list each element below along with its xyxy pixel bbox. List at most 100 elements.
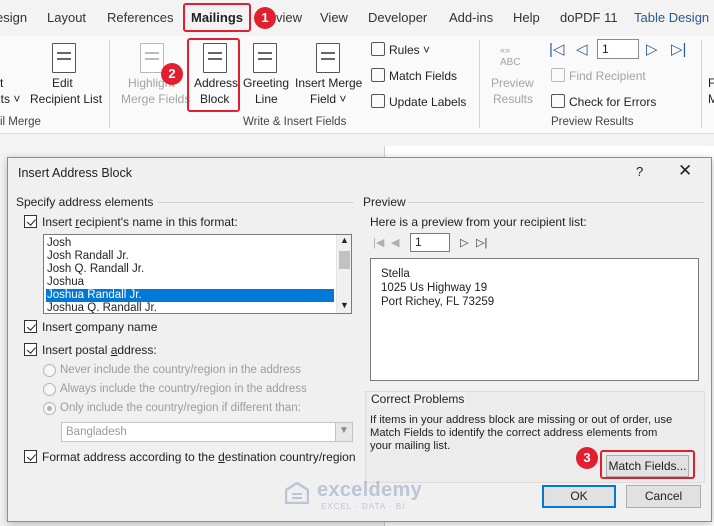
edit-recipient-list-icon <box>52 43 76 73</box>
radio-only-if-different[interactable] <box>43 402 56 415</box>
list-scrollbar[interactable]: ▲ ▼ <box>336 235 351 313</box>
exceldemy-logo-icon <box>285 482 309 504</box>
first-record-icon[interactable]: |◁ <box>549 40 564 58</box>
last-record-icon[interactable]: ▷| <box>671 40 686 58</box>
radio-only-label: Only include the country/region if diffe… <box>60 402 301 414</box>
preview-results-label-1[interactable]: Preview <box>491 76 534 91</box>
scrollbar-thumb[interactable] <box>339 251 350 269</box>
watermark-sub: EXCEL · DATA · BI <box>321 502 406 511</box>
ribbon-cut-right-1: Fi <box>708 76 714 90</box>
chevron-down-icon[interactable]: ▼ <box>335 423 352 441</box>
tab-add-ins[interactable]: Add-ins <box>449 10 493 25</box>
find-recipient-button[interactable]: Find Recipient <box>551 68 646 83</box>
list-item-selected[interactable]: Joshua Randall Jr. <box>46 289 334 302</box>
country-select[interactable]: Bangladesh ▼ <box>61 422 353 442</box>
preview-line: Stella <box>381 268 410 280</box>
radio-always-include[interactable] <box>43 383 56 396</box>
tab-help[interactable]: Help <box>513 10 540 25</box>
greeting-label-2[interactable]: Line <box>255 92 278 107</box>
callout-badge-2: 2 <box>161 63 183 85</box>
correct-problems-text: your mailing list. <box>370 440 451 452</box>
tab-layout[interactable]: Layout <box>47 10 86 25</box>
preview-description: Here is a preview from your recipient li… <box>370 215 587 229</box>
group-write-insert: Write & Insert Fields <box>243 116 347 128</box>
help-button[interactable]: ? <box>636 164 643 179</box>
tab-review[interactable]: view <box>276 10 302 25</box>
list-item[interactable]: Josh Q. Randall Jr. <box>46 263 334 276</box>
address-block-highlight-box <box>187 38 240 112</box>
tab-dopdf[interactable]: doPDF 11 <box>560 10 618 25</box>
tab-table-design[interactable]: Table Design <box>634 10 709 25</box>
dialog-title: Insert Address Block <box>18 166 132 180</box>
rules-button[interactable]: Rules ˅ <box>371 42 430 57</box>
check-errors-button[interactable]: Check for Errors <box>551 94 656 109</box>
insert-name-label: Insert recipient's name in this format: <box>42 215 238 229</box>
scroll-up-icon[interactable]: ▲ <box>340 235 349 245</box>
country-value: Bangladesh <box>66 426 127 438</box>
radio-never-label: Never include the country/region in the … <box>60 364 302 376</box>
edit-recipient-label-1[interactable]: Edit <box>52 76 73 91</box>
preview-results-label-2[interactable]: Results <box>493 92 533 107</box>
insert-merge-label-1[interactable]: Insert Merge <box>295 76 362 91</box>
callout-badge-3: 3 <box>576 447 598 469</box>
preview-abc-text: ABC <box>500 57 521 68</box>
next-record-icon[interactable]: ▷ <box>646 40 658 58</box>
insert-merge-label-2[interactable]: Field ˅ <box>310 92 346 107</box>
name-format-list[interactable]: Josh Josh Randall Jr. Josh Q. Randall Jr… <box>43 234 352 314</box>
find-recipient-label: Find Recipient <box>569 69 646 83</box>
list-item[interactable]: Josh <box>46 237 334 250</box>
ok-button[interactable]: OK <box>542 485 616 508</box>
tab-design[interactable]: esign <box>0 10 27 25</box>
correct-problems-text: Match Fields to identify the correct add… <box>370 427 658 439</box>
update-labels-button[interactable]: Update Labels <box>371 94 466 109</box>
cancel-button[interactable]: Cancel <box>626 485 701 508</box>
close-icon[interactable]: ✕ <box>678 161 692 181</box>
preview-line: 1025 Us Highway 19 <box>381 282 488 294</box>
section-divider <box>408 202 704 203</box>
ribbon-cut-right-2: M <box>708 92 714 106</box>
preview-next-icon[interactable]: ▷ <box>460 236 468 249</box>
insert-company-label: Insert company name <box>42 320 158 334</box>
address-preview-box: Stella 1025 Us Highway 19 Port Richey, F… <box>370 258 699 381</box>
format-address-checkbox[interactable] <box>24 450 37 463</box>
insert-postal-checkbox[interactable] <box>24 343 37 356</box>
format-address-label: Format address according to the destinat… <box>42 450 356 464</box>
insert-postal-label: Insert postal address: <box>42 343 157 357</box>
preview-record-input[interactable]: 1 <box>410 233 450 252</box>
check-errors-icon <box>551 94 565 108</box>
preview-prev-icon[interactable]: ◀ <box>391 236 399 249</box>
tab-view[interactable]: View <box>320 10 348 25</box>
find-recipient-icon <box>551 68 565 82</box>
preview-last-icon[interactable]: ▷| <box>476 236 487 249</box>
tab-references[interactable]: References <box>107 10 173 25</box>
ribbon-separator <box>109 40 110 128</box>
group-start-mail-merge: il Merge <box>0 116 41 128</box>
insert-address-block-dialog: Insert Address Block ? ✕ Specify address… <box>7 157 712 522</box>
list-item[interactable]: Josh Randall Jr. <box>46 250 334 263</box>
ribbon-separator <box>479 40 480 128</box>
list-item[interactable]: Joshua <box>46 276 334 289</box>
mailings-highlight-box <box>183 3 251 32</box>
insert-company-checkbox[interactable] <box>24 320 37 333</box>
rules-label: Rules ˅ <box>389 43 431 57</box>
group-preview-results: Preview Results <box>551 116 634 128</box>
preview-line: Port Richey, FL 73259 <box>381 296 495 308</box>
highlight-label-2[interactable]: Merge Fields <box>121 92 190 107</box>
list-item[interactable]: Joshua Q. Randall Jr. <box>46 302 334 313</box>
ribbon-cut-label-2: nts ˅ <box>0 92 21 106</box>
radio-never-include[interactable] <box>43 364 56 377</box>
match-fields-ribbon-label: Match Fields <box>389 69 458 83</box>
preview-first-icon[interactable]: |◀ <box>373 236 384 249</box>
edit-recipient-label-2[interactable]: Recipient List <box>30 92 102 107</box>
tab-developer[interactable]: Developer <box>368 10 427 25</box>
radio-always-label: Always include the country/region in the… <box>60 383 307 395</box>
prev-record-icon[interactable]: ◁ <box>576 40 588 58</box>
ribbon-record-input[interactable]: 1 <box>597 39 639 59</box>
ribbon-cut-label-1: t <box>0 76 4 90</box>
greeting-label-1[interactable]: Greeting <box>243 76 289 91</box>
correct-problems-text: If items in your address block are missi… <box>370 414 673 426</box>
watermark-name: exceldemy <box>317 479 422 501</box>
match-fields-ribbon-button[interactable]: Match Fields <box>371 68 457 83</box>
scroll-down-icon[interactable]: ▼ <box>340 300 349 310</box>
insert-name-checkbox[interactable] <box>24 215 37 228</box>
